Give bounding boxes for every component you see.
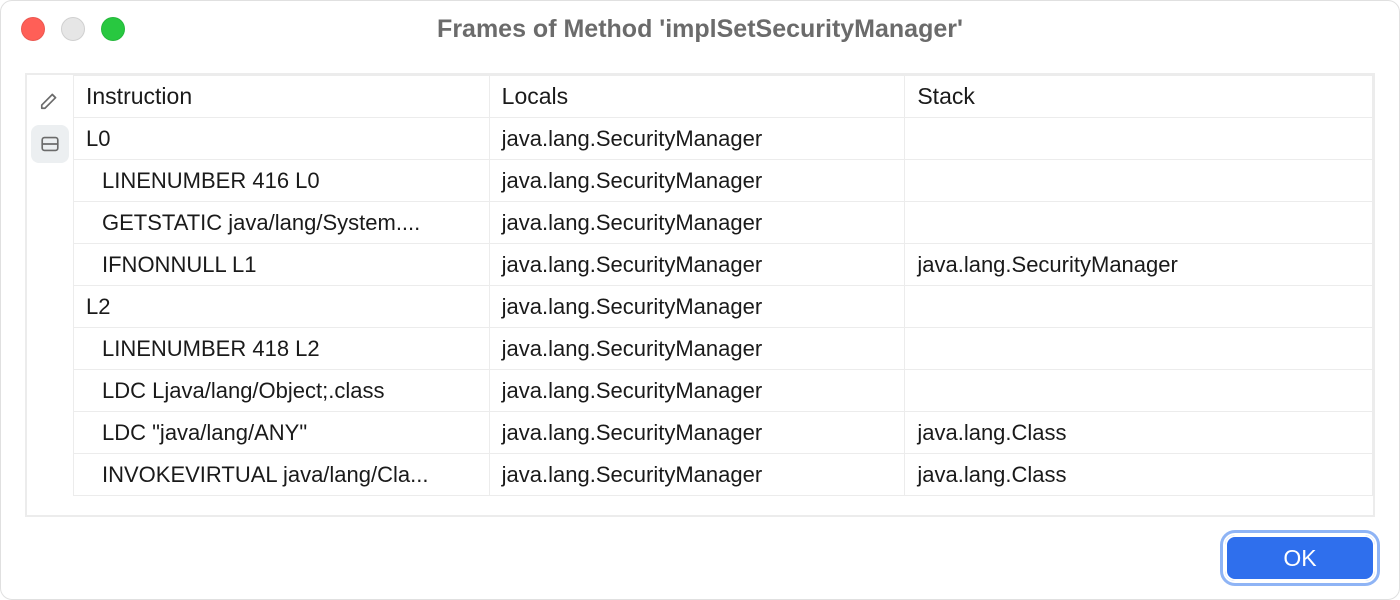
frames-panel: Instruction Locals Stack L0java.lang.Sec… (25, 73, 1375, 517)
table-row[interactable]: L2java.lang.SecurityManager (74, 286, 1373, 328)
frames-table: Instruction Locals Stack L0java.lang.Sec… (73, 75, 1373, 496)
cell-stack (905, 160, 1373, 202)
table-row[interactable]: LINENUMBER 418 L2java.lang.SecurityManag… (74, 328, 1373, 370)
dialog-footer: OK (1, 525, 1399, 599)
table-row[interactable]: GETSTATIC java/lang/System....java.lang.… (74, 202, 1373, 244)
minimize-icon[interactable] (61, 17, 85, 41)
cell-instruction: LDC Ljava/lang/Object;.class (74, 370, 490, 412)
cell-instruction: GETSTATIC java/lang/System.... (74, 202, 490, 244)
cell-stack: java.lang.Class (905, 454, 1373, 496)
table-row[interactable]: LDC "java/lang/ANY"java.lang.SecurityMan… (74, 412, 1373, 454)
cell-locals: java.lang.SecurityManager (489, 118, 905, 160)
cell-locals: java.lang.SecurityManager (489, 412, 905, 454)
table-row[interactable]: L0java.lang.SecurityManager (74, 118, 1373, 160)
cell-locals: java.lang.SecurityManager (489, 286, 905, 328)
cell-instruction: IFNONNULL L1 (74, 244, 490, 286)
dialog-window: Frames of Method 'implSetSecurityManager… (0, 0, 1400, 600)
table-row[interactable]: IFNONNULL L1java.lang.SecurityManagerjav… (74, 244, 1373, 286)
table-row[interactable]: LDC Ljava/lang/Object;.classjava.lang.Se… (74, 370, 1373, 412)
cell-instruction: L2 (74, 286, 490, 328)
frames-table-wrap: Instruction Locals Stack L0java.lang.Sec… (73, 75, 1373, 515)
edit-button[interactable] (31, 81, 69, 119)
cell-locals: java.lang.SecurityManager (489, 202, 905, 244)
cell-locals: java.lang.SecurityManager (489, 370, 905, 412)
zoom-icon[interactable] (101, 17, 125, 41)
cell-instruction: LINENUMBER 418 L2 (74, 328, 490, 370)
cell-stack (905, 328, 1373, 370)
cell-stack: java.lang.SecurityManager (905, 244, 1373, 286)
cell-instruction: LDC "java/lang/ANY" (74, 412, 490, 454)
col-locals[interactable]: Locals (489, 76, 905, 118)
cell-locals: java.lang.SecurityManager (489, 328, 905, 370)
cell-locals: java.lang.SecurityManager (489, 244, 905, 286)
cell-stack: java.lang.Class (905, 412, 1373, 454)
cell-stack (905, 202, 1373, 244)
cell-instruction: LINENUMBER 416 L0 (74, 160, 490, 202)
table-header-row: Instruction Locals Stack (74, 76, 1373, 118)
cell-stack (905, 118, 1373, 160)
cell-stack (905, 370, 1373, 412)
window-title: Frames of Method 'implSetSecurityManager… (437, 15, 963, 44)
split-view-button[interactable] (31, 125, 69, 163)
content-area: Instruction Locals Stack L0java.lang.Sec… (1, 57, 1399, 525)
titlebar: Frames of Method 'implSetSecurityManager… (1, 1, 1399, 57)
cell-locals: java.lang.SecurityManager (489, 160, 905, 202)
table-row[interactable]: LINENUMBER 416 L0java.lang.SecurityManag… (74, 160, 1373, 202)
close-icon[interactable] (21, 17, 45, 41)
col-stack[interactable]: Stack (905, 76, 1373, 118)
cell-locals: java.lang.SecurityManager (489, 454, 905, 496)
cell-instruction: INVOKEVIRTUAL java/lang/Cla... (74, 454, 490, 496)
cell-instruction: L0 (74, 118, 490, 160)
pencil-icon (39, 89, 61, 111)
left-toolbar (27, 75, 73, 515)
split-vertical-icon (39, 133, 61, 155)
col-instruction[interactable]: Instruction (74, 76, 490, 118)
table-row[interactable]: INVOKEVIRTUAL java/lang/Cla...java.lang.… (74, 454, 1373, 496)
window-controls (21, 17, 125, 41)
ok-button[interactable]: OK (1225, 535, 1375, 581)
cell-stack (905, 286, 1373, 328)
